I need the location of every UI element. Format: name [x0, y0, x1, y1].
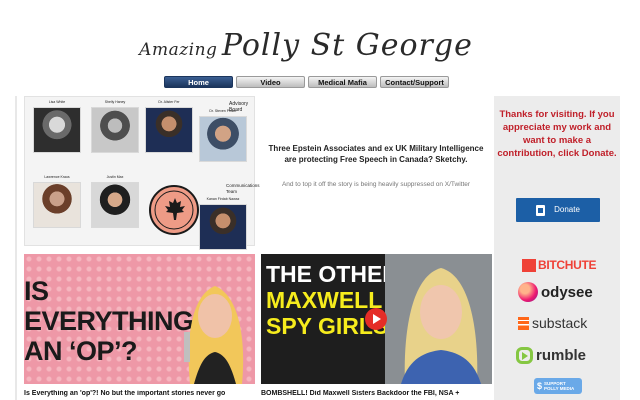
collage-person-name: Kanan Firdab Nawaz — [206, 197, 240, 201]
collage-person-photo — [33, 182, 81, 228]
video-thumbnail-2-line1: THE OTHER — [266, 261, 399, 287]
collage-person: Justin Max — [91, 175, 139, 228]
support-label: SUPPORT POLLY MEDIA — [544, 381, 574, 391]
nav-medical-mafia[interactable]: Medical Mafia — [308, 76, 377, 88]
donate-label: Donate — [554, 205, 580, 214]
video-thumbnail-1[interactable]: IS EVERYTHING AN ‘OP’? — [24, 254, 255, 384]
odysee-label: odysee — [541, 283, 593, 301]
video-thumbnail-1-line3: AN ‘OP’? — [24, 336, 138, 366]
collage-person-photo — [199, 116, 247, 162]
article-headline[interactable]: Three Epstein Associates and ex UK Milit… — [266, 143, 486, 165]
free-speech-union-logo — [149, 185, 199, 235]
support-label-line2: POLLY MEDIA — [544, 386, 575, 391]
nav-home[interactable]: Home — [164, 76, 233, 88]
bitchute-logo-icon — [522, 258, 536, 272]
page: Amazing Polly St George Home Video Medic… — [0, 0, 640, 400]
video-thumbnail-1-text: IS EVERYTHING AN ‘OP’? — [24, 276, 194, 366]
presenter-image — [385, 254, 492, 384]
featured-collage-image[interactable]: Lisa White Shelly Haney Dr. Alister Fer … — [24, 96, 260, 250]
video-1-caption[interactable]: Is Everything an 'op'?! No but the impor… — [24, 390, 255, 397]
odysee-link[interactable]: odysee — [518, 281, 593, 303]
collage-person: Lisa White — [33, 100, 81, 153]
collage-person: Dr. Steven Pinker — [199, 109, 247, 162]
collage-person-name: Lawrence Kraus — [44, 175, 70, 179]
collage-person-name: Shelly Haney — [104, 100, 126, 104]
communications-team-label: Communications Team — [226, 183, 260, 194]
site-title-prefix: Amazing — [139, 40, 218, 60]
substack-logo-icon — [518, 316, 529, 330]
video-thumbnail-1-line2: EVERYTHING — [24, 306, 194, 336]
collage-person-name: Lisa White — [48, 100, 66, 104]
nav-video[interactable]: Video — [236, 76, 305, 88]
collage-person: Lawrence Kraus — [33, 175, 81, 228]
video-thumbnail-2-line2: MAXWELL — [266, 287, 383, 313]
rumble-label: rumble — [536, 346, 587, 364]
donate-button[interactable]: Donate — [516, 198, 600, 222]
article-subtext: And to top it off the story is being hea… — [281, 181, 471, 188]
play-button-icon[interactable] — [365, 308, 387, 330]
thanks-message: Thanks for visiting. If you appreciate m… — [497, 109, 617, 159]
collage-person-photo — [91, 107, 139, 153]
collage-person-photo — [33, 107, 81, 153]
bitchute-label: BITCHUTE — [538, 258, 597, 272]
substack-label: substack — [532, 315, 588, 331]
maple-leaf-icon — [165, 198, 185, 220]
video-thumbnail-1-line1: IS — [24, 276, 49, 306]
site-title[interactable]: Amazing Polly St George — [0, 28, 612, 63]
collage-person: Kanan Firdab Nawaz — [199, 197, 247, 250]
donate-icon — [536, 204, 546, 216]
dollar-icon: $ — [537, 380, 543, 391]
main-nav: Home Video Medical Mafia Contact/Support — [164, 76, 449, 88]
collage-person-name: Dr. Alister Fer — [158, 100, 180, 104]
collage-person-photo — [145, 107, 193, 153]
odysee-logo-icon — [518, 282, 538, 302]
collage-person-photo — [199, 204, 247, 250]
site-title-main: Polly St George — [221, 28, 473, 63]
nav-contact-support[interactable]: Contact/Support — [380, 76, 449, 88]
presenter-image — [184, 286, 244, 384]
right-sidebar: Thanks for visiting. If you appreciate m… — [494, 96, 620, 400]
bitchute-link[interactable]: BITCHUTE — [522, 257, 597, 273]
rumble-logo-icon — [516, 346, 533, 364]
video-2-caption[interactable]: BOMBSHELL! Did Maxwell Sisters Backdoor … — [261, 390, 492, 397]
collage-person: Shelly Haney — [91, 100, 139, 153]
left-edge-divider — [15, 96, 17, 400]
rumble-link[interactable]: rumble — [516, 345, 586, 365]
video-thumbnail-2[interactable]: THE OTHER MAXWELL SPY GIRLS — [261, 254, 492, 384]
collage-person-name: Dr. Steven Pinker — [209, 109, 237, 113]
substack-link[interactable]: substack — [518, 314, 587, 332]
collage-person-name: Justin Max — [106, 175, 124, 179]
collage-person-photo — [91, 182, 139, 228]
collage-person: Dr. Alister Fer — [145, 100, 193, 153]
support-polly-media-button[interactable]: $ SUPPORT POLLY MEDIA — [534, 378, 582, 394]
